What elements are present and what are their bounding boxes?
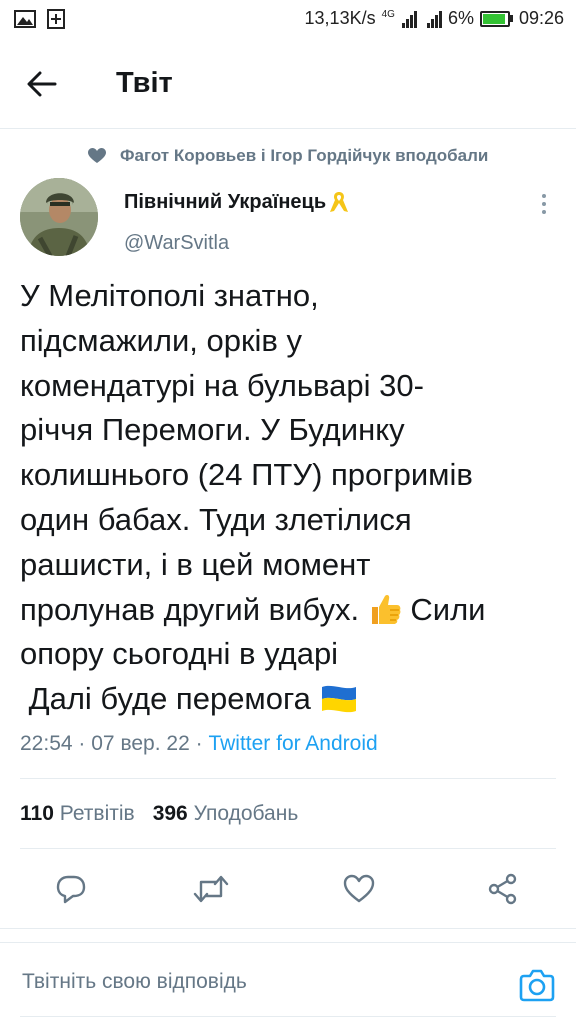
tweet-time: 22:54	[20, 732, 73, 755]
tweet-line: Сили	[410, 591, 486, 627]
more-options-button[interactable]	[534, 192, 554, 216]
reply-input[interactable]	[22, 970, 482, 994]
retweets-count: 110	[20, 802, 54, 825]
avatar[interactable]	[20, 178, 98, 256]
page-title: Твіт	[116, 67, 173, 99]
notification-icons	[14, 9, 68, 29]
retweets-stat[interactable]: 110 Ретвітів	[20, 802, 135, 825]
tweet-date: 07 вер. 22	[91, 732, 190, 755]
signal-2-icon	[426, 10, 442, 28]
share-icon	[488, 873, 517, 905]
likes-label: Уподобань	[193, 802, 299, 825]
like-button[interactable]	[336, 866, 382, 912]
likes-stat[interactable]: 396 Уподобань	[153, 802, 299, 825]
reply-input-underline	[20, 1016, 556, 1017]
tweet-source-link[interactable]: Twitter for Android	[208, 732, 377, 755]
social-context[interactable]: Фагот Коровьев і Ігор Гордійчук вподобал…	[88, 146, 488, 166]
reply-button[interactable]	[48, 866, 94, 912]
battery-icon	[479, 10, 513, 27]
camera-button[interactable]	[518, 966, 556, 1004]
battery-percent: 6%	[447, 8, 474, 28]
status-bar: 13,13K/s 4G 6% 09:26	[0, 0, 576, 40]
tweet-line: Далі буде перемога	[20, 681, 311, 717]
tweet-line: підсмажили, орків у	[20, 322, 303, 358]
author-name-text: Північний Українець	[124, 190, 327, 213]
retweets-label: Ретвітів	[59, 802, 135, 825]
like-icon	[343, 874, 375, 903]
arrow-left-icon	[27, 71, 57, 97]
top-app-bar: Твіт	[0, 40, 576, 129]
retweet-button[interactable]	[188, 866, 234, 912]
tweet-line: У Мелітополі знатно,	[20, 278, 319, 313]
heart-icon	[88, 148, 106, 163]
add-notification-icon	[47, 9, 65, 29]
share-button[interactable]	[480, 866, 526, 912]
tweet-line: річчя Перемоги. У Будинку	[20, 412, 405, 448]
tweet-line-with-emoji: Далі буде перемога	[20, 677, 560, 722]
social-context-text: Фагот Коровьев і Ігор Гордійчук вподобал…	[120, 146, 489, 165]
tweet-line: один бабах. Туди злетілися	[20, 501, 412, 537]
yellow-ribbon-icon	[330, 192, 349, 212]
avatar-image	[20, 178, 98, 256]
tweet-line-with-emoji: пролунав другий вибух. Сили	[20, 588, 560, 633]
tweet-meta: 22:54 · 07 вер. 22 · Twitter for Android	[20, 732, 378, 756]
author-name[interactable]: Північний Українець	[124, 190, 350, 214]
divider	[0, 928, 576, 929]
tweet-line: колишнього (24 ПТУ) прогримів	[20, 457, 473, 493]
divider	[20, 848, 556, 849]
thumbs-up-icon	[371, 594, 401, 624]
meta-separator: ·	[195, 732, 203, 755]
signal-icon	[401, 10, 417, 28]
back-button[interactable]	[22, 64, 62, 104]
reply-bar	[0, 944, 576, 1024]
tweet-line: рашисти, і в цей момент	[20, 546, 371, 582]
retweet-icon	[193, 875, 229, 903]
tweet-actions	[0, 866, 576, 912]
tweet-line: комендатурі на бульварі 30-	[20, 367, 424, 403]
image-notification-icon	[14, 10, 36, 28]
likes-count: 396	[152, 802, 188, 825]
author-handle[interactable]: @WarSvitla	[124, 232, 229, 255]
ukraine-flag-icon	[322, 686, 357, 713]
network-type: 4G	[381, 9, 395, 20]
divider	[0, 942, 576, 943]
camera-icon	[519, 969, 555, 1002]
divider	[20, 778, 556, 779]
meta-separator: ·	[78, 732, 86, 755]
tweet-line: опору сьогодні в ударі	[20, 636, 339, 672]
tweet-text: У Мелітополі знатно, підсмажили, орків у…	[20, 274, 560, 722]
tweet-line: пролунав другий вибух.	[20, 591, 360, 627]
reply-icon	[56, 875, 86, 904]
tweet-stats: 110 Ретвітів 396 Уподобань	[20, 802, 298, 826]
clock: 09:26	[518, 8, 564, 28]
network-speed: 13,13K/s	[304, 8, 376, 28]
